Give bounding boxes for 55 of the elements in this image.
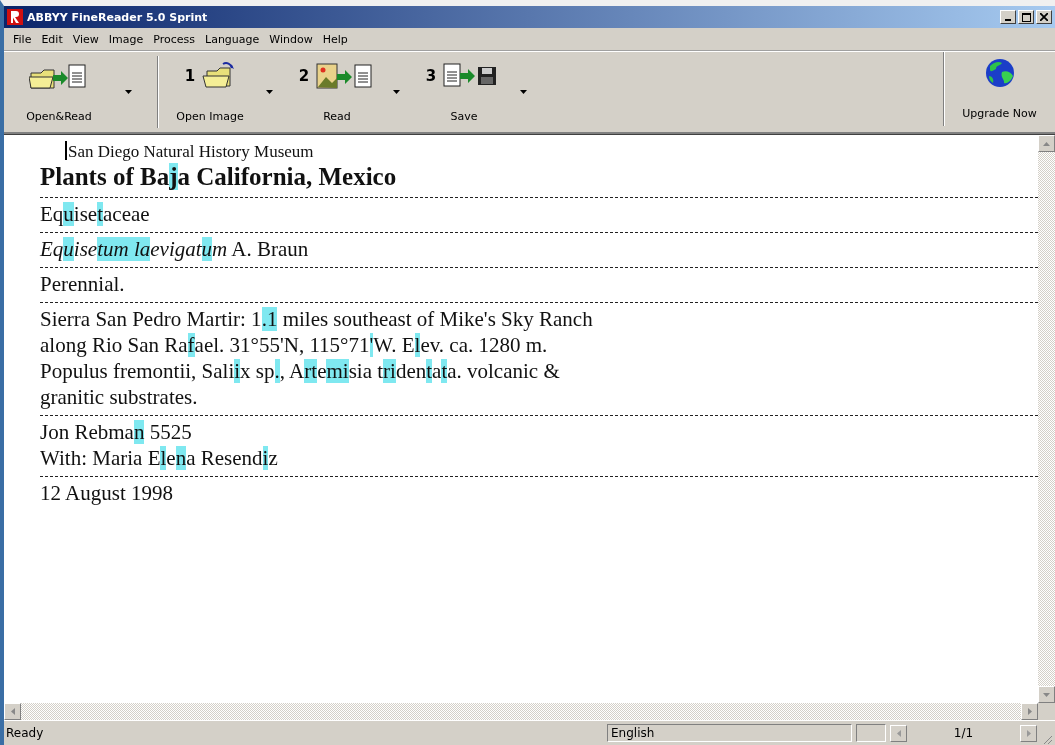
- text-line: Perennial.: [40, 271, 125, 297]
- caret-icon: [520, 90, 527, 94]
- horizontal-scrollbar[interactable]: [4, 703, 1055, 720]
- maximize-icon: [1021, 12, 1031, 22]
- app-logo-icon: [7, 9, 23, 25]
- status-panel: [856, 724, 886, 742]
- left-arrow-icon[interactable]: [10, 708, 15, 715]
- menu-item[interactable]: Process: [148, 32, 201, 46]
- globe-icon: [984, 58, 1015, 88]
- vertical-scrollbar[interactable]: [1038, 135, 1055, 703]
- folder-icon: [201, 61, 236, 91]
- minimize-button[interactable]: [1000, 10, 1016, 24]
- close-icon: [1040, 13, 1048, 21]
- previous-page-button[interactable]: [890, 724, 907, 742]
- toolbar-button[interactable]: 3 Save: [419, 55, 509, 129]
- menu-item[interactable]: Window: [264, 32, 318, 46]
- status-message: Ready: [6, 726, 45, 740]
- text-line: 12 August 1998: [40, 480, 173, 506]
- text-line: Sierra San Pedro Martir: 1.1 miles southeast of Mike's Sky Ranch: [40, 306, 593, 332]
- caret-icon: [125, 90, 132, 94]
- menu-item[interactable]: Image: [103, 32, 149, 46]
- menu-item[interactable]: Help: [317, 32, 353, 46]
- dropdown-button[interactable]: [519, 88, 528, 96]
- right-arrow-icon: [1026, 729, 1031, 737]
- folder-to-document-icon: [29, 61, 89, 91]
- left-arrow-icon: [896, 729, 901, 737]
- text-line: Equisetum laevigatum A. Braun: [40, 236, 309, 262]
- text-cursor: [65, 141, 67, 160]
- menu-item[interactable]: View: [67, 32, 104, 46]
- dropdown-button[interactable]: [124, 88, 133, 96]
- toolbar-button[interactable]: 1 Open Image: [165, 55, 255, 129]
- caret-icon: [393, 90, 400, 94]
- menu-item[interactable]: Edit: [36, 32, 68, 46]
- menu-item[interactable]: Language: [200, 32, 265, 46]
- document-subtitle: San Diego Natural History Museum: [68, 142, 314, 162]
- caret-icon: [266, 90, 273, 94]
- language-field: English: [607, 724, 852, 742]
- right-arrow-icon[interactable]: [1027, 708, 1032, 715]
- resize-grip-icon: [1041, 733, 1053, 745]
- text-line: granitic substrates.: [40, 384, 198, 410]
- window-title: ABBYY FineReader 5.0 Sprint: [27, 10, 209, 24]
- close-button[interactable]: [1036, 10, 1052, 24]
- toolbar-button[interactable]: 2 Read: [292, 55, 382, 129]
- page-counter: 1/1: [952, 726, 975, 740]
- maximize-button[interactable]: [1018, 10, 1034, 24]
- dropdown-button[interactable]: [392, 88, 401, 96]
- toolbar-button[interactable]: Open&Read: [4, 55, 114, 129]
- up-arrow-icon[interactable]: [1043, 141, 1050, 146]
- menu-item[interactable]: File: [8, 32, 37, 46]
- next-page-button[interactable]: [1020, 724, 1037, 742]
- document-heading: Plants of Baja California, Mexico: [40, 162, 397, 192]
- text-line: Equisetaceae: [40, 201, 150, 227]
- down-arrow-icon[interactable]: [1043, 692, 1050, 697]
- upgrade-button[interactable]: Upgrade Now: [943, 52, 1055, 126]
- dropdown-button[interactable]: [265, 88, 274, 96]
